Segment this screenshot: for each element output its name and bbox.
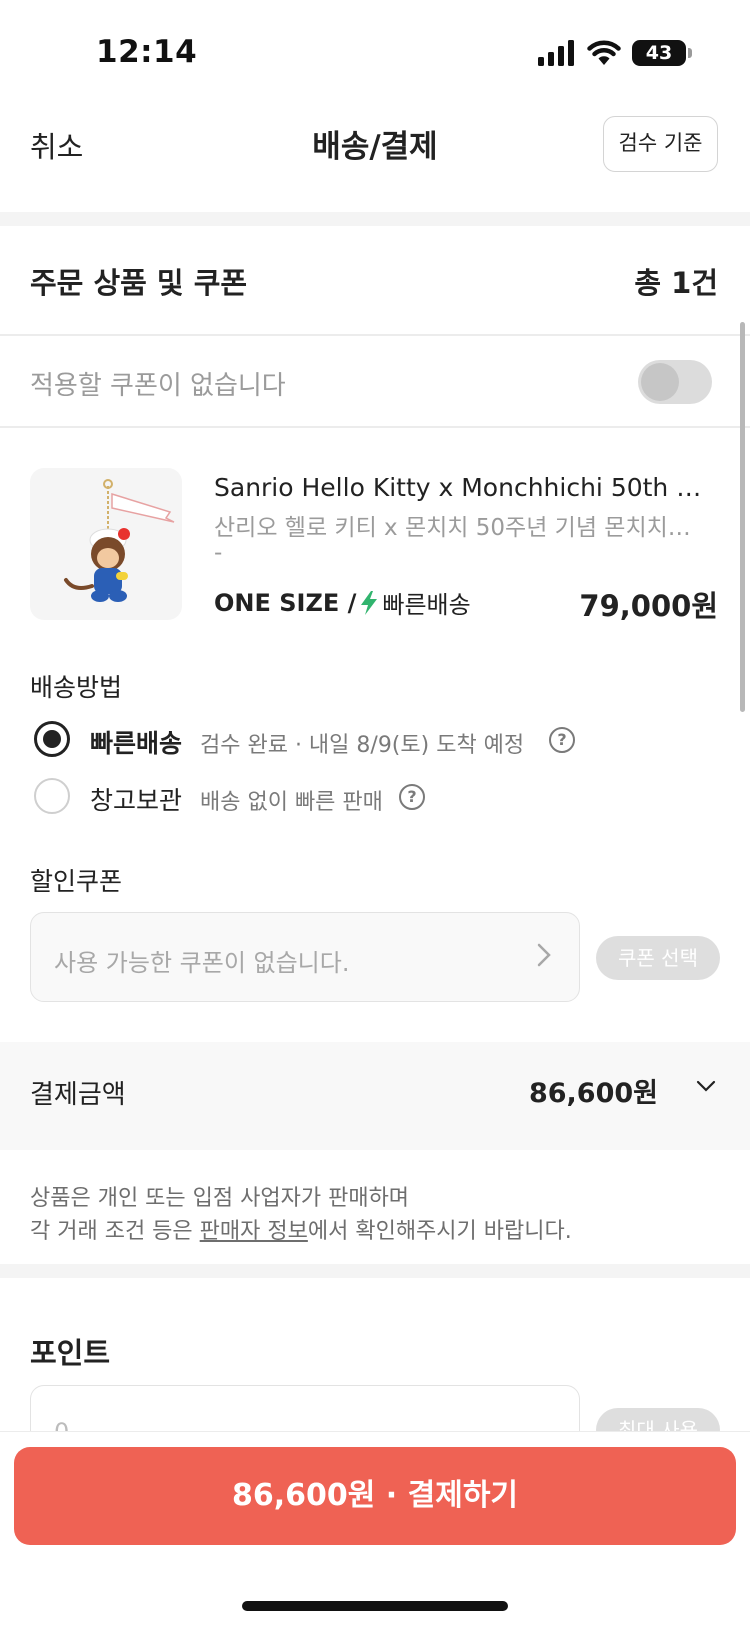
scrollbar[interactable] bbox=[740, 322, 745, 712]
delivery-option-warehouse-label[interactable]: 창고보관 bbox=[90, 781, 182, 817]
product-price: 79,000원 bbox=[579, 589, 718, 623]
delivery-option-warehouse-desc: 배송 없이 빠른 판매 bbox=[200, 790, 383, 815]
product-image bbox=[30, 468, 182, 620]
order-section-title: 주문 상품 및 쿠폰 bbox=[30, 266, 248, 300]
delivery-option-fast-desc: 검수 완료 · 내일 8/9(토) 도착 예정 bbox=[200, 733, 525, 758]
wifi-icon bbox=[587, 40, 621, 65]
product-subtitle: 산리오 헬로 키티 x 몬치치 50주년 기념 몬치치 마스코트 bbox=[214, 515, 694, 541]
pay-button[interactable]: 86,600원 · 결제하기 bbox=[14, 1447, 736, 1545]
points-title: 포인트 bbox=[30, 1336, 111, 1370]
divider bbox=[0, 426, 750, 428]
lightning-icon bbox=[361, 590, 378, 615]
product-name[interactable]: Sanrio Hello Kitty x Monchhichi 50th Ann… bbox=[214, 473, 714, 502]
cellular-signal-icon bbox=[538, 40, 574, 66]
delivery-option-fast-label[interactable]: 빠른배송 bbox=[90, 724, 182, 760]
help-icon[interactable]: ? bbox=[549, 727, 575, 753]
section-divider bbox=[0, 1264, 750, 1278]
battery-cap bbox=[688, 48, 692, 58]
seller-notice-line1: 상품은 개인 또는 입점 사업자가 판매하며 bbox=[30, 1186, 410, 1211]
coupon-select-button[interactable]: 쿠폰 선택 bbox=[596, 936, 720, 980]
section-divider bbox=[0, 212, 750, 226]
payment-amount-value: 86,600원 bbox=[528, 1078, 658, 1109]
delivery-method-label: 배송방법 bbox=[30, 673, 123, 702]
battery-icon: 43 bbox=[632, 40, 686, 66]
coupon-toggle-label: 적용할 쿠폰이 없습니다 bbox=[30, 371, 286, 401]
product-option: - bbox=[214, 540, 223, 566]
discount-coupon-label: 할인쿠폰 bbox=[30, 867, 123, 896]
notice-text: 각 거래 조건 등은 bbox=[30, 1219, 200, 1244]
order-total-count: 총 1건 bbox=[634, 266, 718, 300]
radio-warehouse-storage[interactable] bbox=[34, 778, 70, 814]
chevron-right-icon bbox=[537, 943, 551, 967]
divider bbox=[0, 334, 750, 336]
product-size: ONE SIZE / bbox=[214, 588, 357, 617]
help-icon[interactable]: ? bbox=[399, 784, 425, 810]
inspection-criteria-button[interactable]: 검수 기준 bbox=[603, 116, 718, 172]
radio-fast-delivery[interactable] bbox=[34, 721, 70, 757]
seller-info-link[interactable]: 판매자 정보 bbox=[200, 1219, 308, 1244]
coupon-toggle-knob bbox=[641, 363, 679, 401]
chevron-down-icon[interactable] bbox=[694, 1074, 718, 1098]
notice-text: 에서 확인해주시기 바랍니다. bbox=[307, 1219, 572, 1244]
fast-delivery-badge: 빠른배송 bbox=[382, 591, 471, 619]
home-indicator[interactable] bbox=[242, 1601, 508, 1611]
product-size-row: ONE SIZE / 빠른배송 bbox=[214, 585, 471, 620]
status-time: 12:14 bbox=[96, 34, 198, 70]
seller-notice-line2: 각 거래 조건 등은 판매자 정보에서 확인해주시기 바랍니다. bbox=[30, 1213, 572, 1245]
payment-amount-label: 결제금액 bbox=[30, 1080, 126, 1110]
coupon-placeholder: 사용 가능한 쿠폰이 없습니다. bbox=[54, 949, 350, 977]
